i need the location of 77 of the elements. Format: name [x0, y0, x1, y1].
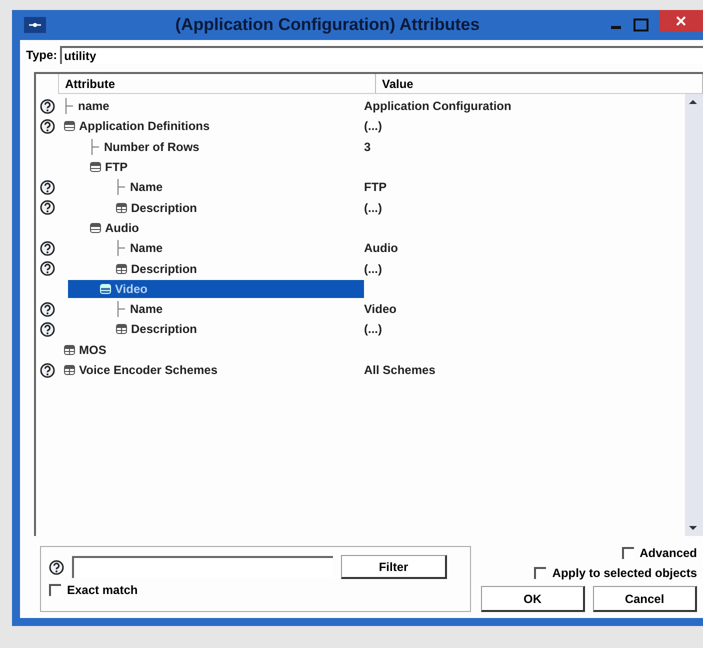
- help-icon[interactable]: [49, 560, 64, 574]
- attribute-name: Description: [131, 322, 198, 336]
- attribute-name: FTP: [105, 160, 128, 174]
- attribute-name: Audio: [105, 220, 139, 235]
- tree-row[interactable]: Description: [58, 320, 358, 338]
- help-icon[interactable]: [40, 200, 54, 216]
- attribute-name: Description: [131, 200, 198, 215]
- attribute-value: (...): [363, 322, 382, 336]
- collapse-icon[interactable]: [90, 162, 101, 172]
- tree-connector-icon: [90, 138, 100, 155]
- tree-row[interactable]: Name: [58, 239, 358, 258]
- tree-connector-icon: [116, 301, 126, 318]
- tree-row[interactable]: Description: [58, 198, 358, 217]
- tree-row[interactable]: Number of Rows: [58, 138, 358, 156]
- attribute-name: Name: [130, 302, 163, 316]
- tree-row[interactable]: Application Definitions: [58, 117, 358, 136]
- attribute-value: All Schemes: [363, 363, 436, 377]
- ok-button[interactable]: OK: [481, 586, 585, 612]
- tree-row[interactable]: FTP: [58, 158, 358, 176]
- filter-button[interactable]: Filter: [341, 555, 447, 579]
- expand-icon[interactable]: [116, 202, 127, 213]
- attribute-value: (...): [363, 119, 382, 134]
- window-title: (Application Configuration) Attributes: [174, 15, 481, 35]
- help-icon[interactable]: [40, 180, 54, 195]
- attribute-name: Number of Rows: [104, 140, 200, 154]
- collapse-icon[interactable]: [90, 222, 101, 233]
- attribute-name: Name: [130, 180, 163, 194]
- expand-icon[interactable]: [64, 365, 75, 375]
- app-icon: [24, 17, 46, 33]
- help-icon[interactable]: [40, 322, 54, 337]
- cancel-button[interactable]: Cancel: [593, 586, 697, 612]
- expand-icon[interactable]: [64, 344, 75, 355]
- attribute-value: Application Configuration: [363, 99, 512, 114]
- help-icon[interactable]: [40, 118, 54, 134]
- attribute-value: (...): [363, 262, 382, 276]
- maximize-icon[interactable]: [633, 18, 649, 32]
- attribute-value: Audio: [363, 241, 398, 256]
- attribute-name: MOS: [79, 342, 106, 357]
- tree-row[interactable]: Video: [68, 280, 364, 298]
- attribute-name: Description: [131, 262, 198, 276]
- column-header[interactable]: Value: [376, 74, 703, 94]
- attribute-value: Video: [363, 302, 396, 316]
- type-field[interactable]: utility: [60, 46, 703, 64]
- close-button[interactable]: [659, 10, 703, 32]
- tree-row[interactable]: name: [58, 97, 358, 116]
- attribute-value: 3: [363, 140, 371, 154]
- tree-connector-icon: [116, 240, 126, 256]
- tree-row[interactable]: MOS: [58, 340, 358, 359]
- help-icon[interactable]: [40, 261, 54, 276]
- checkbox-label: Exact match: [67, 583, 138, 597]
- type-label: Type:: [26, 48, 58, 62]
- help-icon[interactable]: [40, 302, 54, 317]
- attribute-value: (...): [363, 200, 382, 215]
- attribute-value: FTP: [363, 180, 387, 194]
- tree-row[interactable]: Name: [58, 178, 358, 196]
- help-icon[interactable]: [40, 362, 54, 378]
- attribute-name: Video: [115, 282, 148, 296]
- attribute-name: name: [78, 99, 110, 114]
- expand-icon[interactable]: [116, 264, 127, 274]
- tree-row[interactable]: Voice Encoder Schemes: [58, 361, 358, 379]
- tree-connector-icon: [64, 98, 74, 114]
- vertical-scrollbar[interactable]: [685, 94, 703, 536]
- attribute-name: Voice Encoder Schemes: [79, 363, 218, 377]
- tree-connector-icon: [116, 179, 126, 196]
- tree-row[interactable]: Description: [58, 260, 358, 278]
- column-header[interactable]: Attribute: [59, 74, 376, 94]
- help-icon[interactable]: [40, 240, 54, 256]
- attribute-name: Application Definitions: [79, 119, 210, 134]
- checkbox-label: Apply to selected objects: [552, 566, 697, 580]
- tree-row[interactable]: Name: [58, 300, 358, 318]
- collapse-icon[interactable]: [64, 121, 75, 132]
- checkbox-label: Advanced: [640, 546, 697, 560]
- attribute-name: Name: [130, 241, 163, 256]
- help-icon[interactable]: [40, 98, 54, 114]
- close-icon: [675, 15, 687, 27]
- tree-row[interactable]: Audio: [58, 218, 358, 237]
- expand-icon[interactable]: [116, 324, 127, 334]
